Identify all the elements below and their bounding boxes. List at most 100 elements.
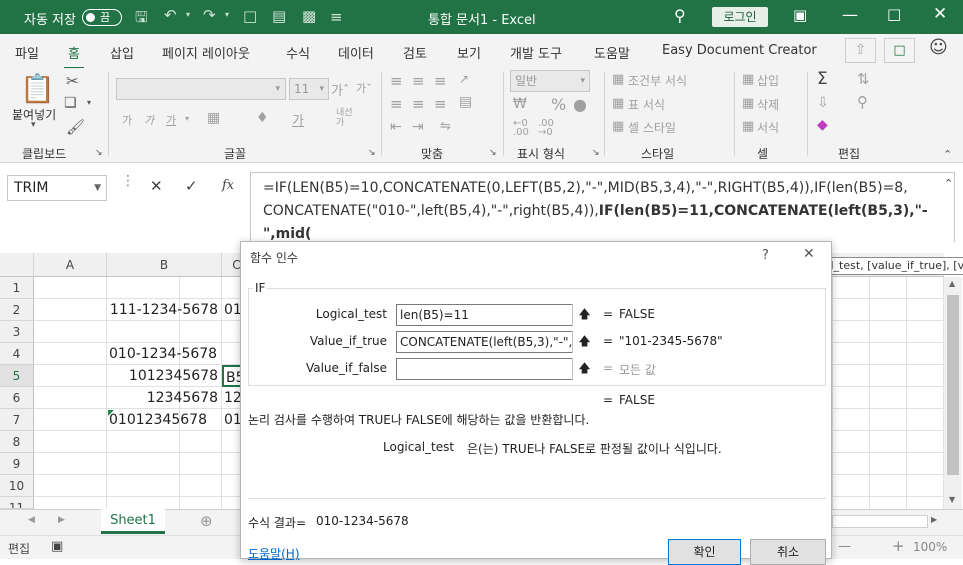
currency-format-icon[interactable]: ₩ <box>513 96 527 112</box>
zoom-level[interactable]: 100% <box>913 540 947 554</box>
sheet-tab-sheet1[interactable]: Sheet1 <box>101 509 165 534</box>
next-sheet-icon[interactable]: ▶ <box>58 515 65 525</box>
decrease-font-icon[interactable]: 가ˇ <box>356 80 372 96</box>
font-size-combo[interactable]: 11 ▾ <box>289 78 329 100</box>
row-header-6[interactable]: 6 <box>0 387 34 409</box>
customize-toolbar-icon[interactable]: ≡ <box>330 8 343 26</box>
paste-dropdown-icon[interactable]: ▾ <box>31 120 36 130</box>
tab-help[interactable]: 도움말 <box>594 43 630 62</box>
row-header-3[interactable]: 3 <box>0 321 34 343</box>
row-header-8[interactable]: 8 <box>0 431 34 453</box>
cell-c6[interactable]: 12 <box>222 387 242 409</box>
font-color-icon[interactable]: 가 <box>292 110 304 129</box>
underline-dropdown-icon[interactable]: ▾ <box>185 114 189 123</box>
number-format-combo[interactable]: 일반 ▾ <box>510 70 590 92</box>
paste-icon[interactable]: 📋 <box>20 72 55 105</box>
arg-input-value-if-false[interactable] <box>396 358 596 380</box>
comma-style-icon[interactable]: ● <box>573 95 587 114</box>
insert-cells-icon[interactable]: ▦ <box>742 72 754 87</box>
tab-page-layout[interactable]: 페이지 레이아웃 <box>162 43 250 62</box>
alignment-launcher-icon[interactable]: ↘ <box>489 148 497 158</box>
align-right-icon[interactable]: ≡ <box>434 95 447 113</box>
vertical-scrollbar[interactable]: ▲ ▼ <box>944 277 962 509</box>
cell-b2[interactable]: 111-1234-5678 <box>107 299 222 321</box>
sort-filter-icon[interactable]: ⇅ <box>857 70 870 88</box>
autosum-icon[interactable]: Σ <box>817 69 828 89</box>
scroll-down-icon[interactable]: ▼ <box>949 495 955 504</box>
number-launcher-icon[interactable]: ↘ <box>592 148 600 158</box>
tab-data[interactable]: 데이터 <box>338 43 374 62</box>
row-header-9[interactable]: 9 <box>0 453 34 475</box>
font-name-combo[interactable]: ▾ <box>116 78 286 100</box>
prev-sheet-icon[interactable]: ◀ <box>28 515 35 525</box>
select-all-corner[interactable] <box>0 253 34 277</box>
decrease-decimal-icon[interactable]: .00 →0 <box>538 119 554 138</box>
tab-home[interactable]: 홈 <box>64 43 84 70</box>
tab-review[interactable]: 검토 <box>403 43 427 62</box>
cell-b4[interactable]: 010-1234-5678 <box>107 343 222 365</box>
arg-input-value-if-true[interactable]: CONCATENATE(left(B5,3),"-",m <box>396 331 596 353</box>
scrollbar-thumb[interactable] <box>947 295 959 475</box>
cell-style-button[interactable]: 셀 스타일 <box>628 119 676 136</box>
cell-style-icon[interactable]: ▦ <box>612 119 624 134</box>
fill-color-icon[interactable]: ♦ <box>256 110 269 126</box>
row-header-2[interactable]: 2 <box>0 299 34 321</box>
cancel-button[interactable]: 취소 <box>750 539 826 565</box>
cancel-entry-icon[interactable]: ✕ <box>150 177 163 195</box>
new-file-icon[interactable]: □ <box>243 7 257 25</box>
table-format-button[interactable]: 표 서식 <box>628 96 665 113</box>
tab-view[interactable]: 보기 <box>457 43 481 62</box>
table-format-icon[interactable]: ▦ <box>612 96 624 111</box>
redo-icon[interactable]: ↷ <box>203 6 216 24</box>
dialog-close-icon[interactable]: ✕ <box>803 246 815 262</box>
form-icon[interactable]: ▤ <box>272 7 286 25</box>
expand-formula-bar-icon[interactable]: ⌃ <box>944 177 953 190</box>
column-header-a[interactable]: A <box>34 253 107 277</box>
delete-cells-icon[interactable]: ▦ <box>742 96 754 111</box>
align-left-icon[interactable]: ≡ <box>390 95 403 113</box>
search-icon[interactable]: ⚲ <box>674 6 686 25</box>
formula-input[interactable]: =IF(LEN(B5)=10,CONCATENATE(0,LEFT(B5,2),… <box>250 172 955 265</box>
cell-b7[interactable]: 01012345678 <box>107 409 222 431</box>
row-header-5[interactable]: 5 <box>0 365 34 387</box>
font-launcher-icon[interactable]: ↘ <box>368 148 376 158</box>
conditional-format-icon[interactable]: ▦ <box>612 72 624 87</box>
bold-icon[interactable]: 가 <box>122 112 132 128</box>
collapse-ribbon-icon[interactable]: ⌃ <box>943 148 952 161</box>
phonetic-icon[interactable]: 내선 가 <box>336 108 353 128</box>
cell-c2[interactable]: 010 <box>222 299 242 321</box>
arg-collapse-icon[interactable]: 🡅 <box>572 331 596 353</box>
format-painter-icon[interactable]: 🖌 <box>66 118 85 136</box>
clipboard-launcher-icon[interactable]: ↘ <box>95 148 103 158</box>
text-direction-icon[interactable]: ⇋ <box>440 119 451 134</box>
insert-cells-button[interactable]: 삽입 <box>757 72 779 89</box>
align-bottom-icon[interactable]: ≡ <box>434 72 447 90</box>
column-header-b[interactable]: B <box>107 253 222 277</box>
undo-icon[interactable]: ↶ <box>164 6 177 24</box>
format-cells-icon[interactable]: ▦ <box>742 119 754 134</box>
macro-record-icon[interactable]: ▣ <box>51 539 63 554</box>
feedback-smiley-icon[interactable]: ☺ <box>929 37 948 58</box>
scroll-up-icon[interactable]: ▲ <box>949 279 955 288</box>
cut-icon[interactable]: ✂ <box>66 72 79 90</box>
undo-dropdown-icon[interactable]: ▾ <box>186 10 190 19</box>
cell-c5-active[interactable]: B5 <box>222 365 242 387</box>
row-header-10[interactable]: 10 <box>0 475 34 497</box>
zoom-out-icon[interactable]: — <box>838 539 851 554</box>
find-select-icon[interactable]: ⚲ <box>857 93 868 111</box>
redo-dropdown-icon[interactable]: ▾ <box>225 10 229 19</box>
comments-icon[interactable]: □ <box>884 38 915 63</box>
zoom-in-icon[interactable]: + <box>892 537 905 555</box>
copy-icon[interactable]: ❏ <box>64 95 77 111</box>
tab-developer[interactable]: 개발 도구 <box>510 43 562 62</box>
dialog-help-button[interactable]: ? <box>762 248 769 263</box>
tab-file[interactable]: 파일 <box>15 43 39 62</box>
error-indicator-icon[interactable] <box>108 410 114 416</box>
format-cells-button[interactable]: 서식 <box>757 119 779 136</box>
minimize-icon[interactable]: — <box>842 5 858 24</box>
quick-print-icon[interactable]: ▩ <box>302 7 316 25</box>
percent-icon[interactable]: % <box>551 95 566 114</box>
row-header-11[interactable]: 11 <box>0 497 34 509</box>
wrap-text-icon[interactable]: ▤ <box>459 94 472 110</box>
row-header-1[interactable]: 1 <box>0 277 34 299</box>
